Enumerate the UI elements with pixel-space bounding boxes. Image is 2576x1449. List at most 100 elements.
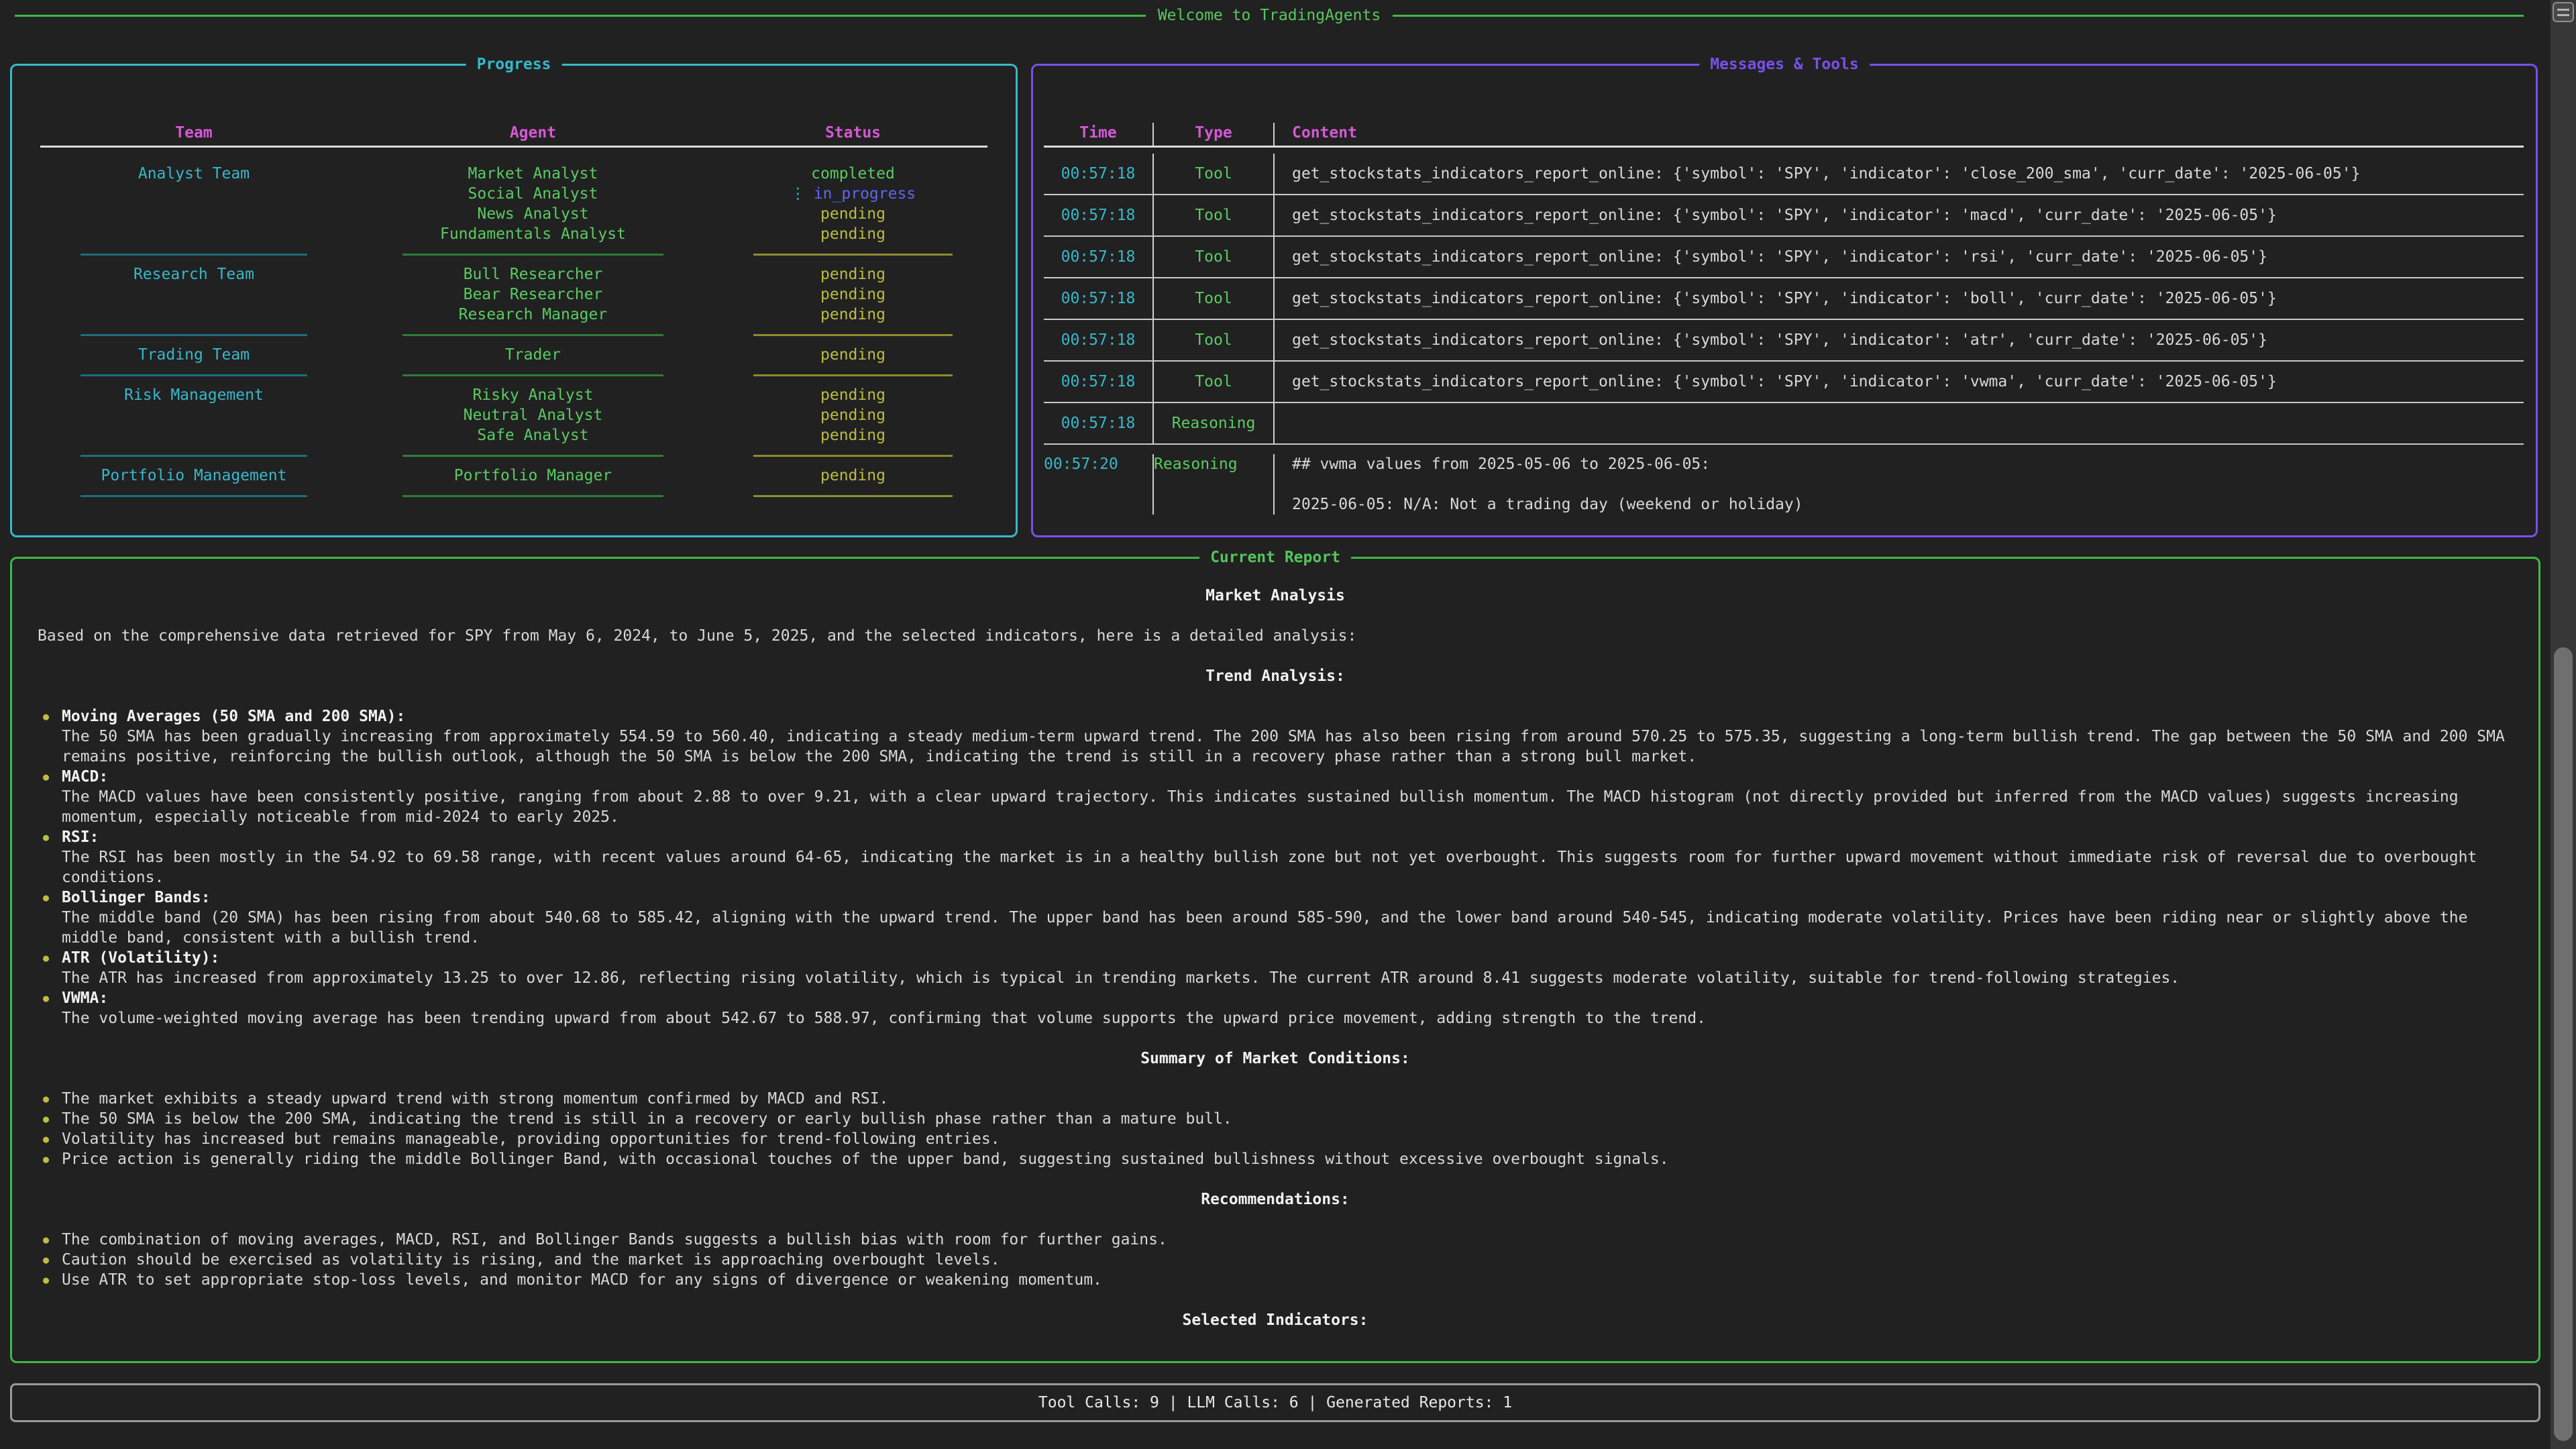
current-report-panel: Current Report Market AnalysisBased on t… — [10, 557, 2540, 1363]
agent-cell: Portfolio Manager — [352, 466, 714, 486]
scrollbar-menu-button[interactable] — [2553, 2, 2574, 22]
team-name: Research Team — [36, 264, 352, 284]
message-type: Tool — [1152, 195, 1273, 235]
rule-line-right — [1393, 15, 2524, 17]
stats-text: Tool Calls: 9 | LLM Calls: 6 | Generated… — [1038, 1393, 1512, 1413]
bullet-title: VWMA: — [62, 988, 2513, 1008]
bullet-text: The MACD values have been consistently p… — [62, 787, 2513, 827]
bullet-text: Caution should be exercised as volatilit… — [62, 1250, 2513, 1270]
scrollbar-track[interactable] — [2551, 0, 2576, 1449]
bullet-text: The market exhibits a steady upward tren… — [62, 1089, 2513, 1109]
welcome-title: Welcome to TradingAgents — [1158, 5, 1381, 25]
bullet-title: Bollinger Bands: — [62, 888, 2513, 908]
team-cell: Portfolio Management — [36, 466, 352, 486]
time-value: 00:57:18 — [1061, 288, 1136, 309]
report-heading: Market Analysis — [38, 586, 2513, 606]
team-name: Portfolio Management — [36, 466, 352, 486]
time-value: 00:57:18 — [1061, 164, 1136, 184]
team-separator-line — [80, 455, 307, 457]
status-separator-line — [753, 495, 953, 497]
bullet-title: ATR (Volatility): — [62, 948, 2513, 968]
agent-cell: Market AnalystSocial AnalystNews Analyst… — [352, 164, 714, 244]
bullet-icon: ● — [43, 1270, 49, 1290]
bullet-text: Price action is generally riding the mid… — [62, 1149, 2513, 1169]
agent-separator-line — [402, 495, 664, 497]
status-label: pending — [820, 284, 885, 305]
bullet-text: The volume-weighted moving average has b… — [62, 1008, 2513, 1028]
message-row: 00:57:18Toolget_stockstats_indicators_re… — [1044, 237, 2524, 278]
menu-icon — [2557, 9, 2569, 11]
column-header-agent: Agent — [352, 123, 714, 143]
content-line: get_stockstats_indicators_report_online:… — [1292, 205, 2277, 225]
bullet-text: The middle band (20 SMA) has been rising… — [62, 908, 2513, 948]
status-badge: pending — [714, 405, 991, 425]
bullet-text: Use ATR to set appropriate stop-loss lev… — [62, 1270, 2513, 1290]
messages-table-header: Time Type Content — [1044, 123, 2524, 146]
bullet-icon: ● — [43, 767, 49, 787]
report-heading: Trend Analysis: — [38, 666, 2513, 686]
header-separator — [40, 146, 987, 148]
agent-cell: Trader — [352, 345, 714, 365]
agent-separator-line — [402, 334, 664, 336]
team-name — [36, 305, 352, 325]
team-name — [36, 224, 352, 244]
agent-cell: Risky AnalystNeutral AnalystSafe Analyst — [352, 385, 714, 445]
status-label: completed — [811, 164, 895, 184]
bullet-text: The RSI has been mostly in the 54.92 to … — [62, 847, 2513, 888]
report-bullet-item: ●Price action is generally riding the mi… — [38, 1149, 2513, 1169]
team-cell: Analyst Team — [36, 164, 352, 244]
status-label: pending — [820, 305, 885, 325]
bullet-text: The combination of moving averages, MACD… — [62, 1230, 2513, 1250]
message-content — [1273, 403, 2524, 443]
team-name — [36, 405, 352, 425]
stats-bar: Tool Calls: 9 | LLM Calls: 6 | Generated… — [10, 1383, 2540, 1422]
message-time: 00:57:18 — [1044, 362, 1152, 402]
type-value: Tool — [1195, 164, 1232, 184]
status-label: in_progress — [814, 184, 916, 204]
status-separator-line — [753, 374, 953, 376]
message-time: 00:57:18 — [1044, 320, 1152, 360]
status-label: pending — [820, 466, 885, 486]
message-time: 00:57:18 — [1044, 403, 1152, 443]
agent-name: Safe Analyst — [352, 425, 714, 445]
message-content: get_stockstats_indicators_report_online:… — [1273, 195, 2524, 235]
type-value: Tool — [1195, 330, 1232, 350]
agent-separator-line — [402, 254, 664, 256]
team-name: Analyst Team — [36, 164, 352, 184]
agent-name: Neutral Analyst — [352, 405, 714, 425]
report-bullet-item: ● Use ATR to set appropriate stop-loss le… — [38, 1270, 2513, 1290]
report-bullet-item: ●MACD:The MACD values have been consiste… — [38, 767, 2513, 827]
message-type: Tool — [1152, 320, 1273, 360]
content-line: get_stockstats_indicators_report_online:… — [1292, 247, 2267, 267]
progress-table-header: Team Agent Status — [36, 123, 991, 143]
status-label: pending — [820, 385, 885, 405]
team-separator-line — [80, 374, 307, 376]
report-bullet-item: ●RSI:The RSI has been mostly in the 54.9… — [38, 827, 2513, 888]
status-badge: pending — [714, 305, 991, 325]
status-badge: pending — [714, 466, 991, 486]
progress-section: Analyst TeamMarket AnalystSocial Analyst… — [36, 164, 991, 244]
report-bullet-item: ●Volatility has increased but remains ma… — [38, 1129, 2513, 1149]
scrollbar-thumb[interactable] — [2554, 647, 2573, 1441]
status-badge: pending — [714, 345, 991, 365]
bullet-icon: ● — [43, 888, 49, 908]
time-value: 00:57:18 — [1061, 205, 1136, 225]
progress-section: Trading TeamTraderpending — [36, 345, 991, 365]
column-header-type: Type — [1152, 123, 1273, 146]
report-panel-title: Current Report — [1199, 547, 1351, 568]
message-time: 00:57:18 — [1044, 195, 1152, 235]
bullet-title: Moving Averages (50 SMA and 200 SMA): — [62, 706, 2513, 727]
agent-name: Trader — [352, 345, 714, 365]
agent-name: Bull Researcher — [352, 264, 714, 284]
time-value: 00:57:18 — [1061, 372, 1136, 392]
time-value: 00:57:18 — [1061, 247, 1136, 267]
bullet-icon: ● — [43, 948, 49, 968]
content-line: get_stockstats_indicators_report_online:… — [1292, 330, 2267, 350]
section-separator — [36, 445, 991, 466]
report-bullet-item: ● Bollinger Bands:The middle band (20 SMA… — [38, 888, 2513, 948]
content-line: ## vwma values from 2025-05-06 to 2025-0… — [1292, 454, 1710, 474]
team-name — [36, 284, 352, 305]
report-heading: Recommendations: — [38, 1189, 2513, 1210]
report-paragraph: Based on the comprehensive data retrieve… — [38, 626, 2513, 646]
status-cell: pendingpendingpending — [714, 264, 991, 325]
